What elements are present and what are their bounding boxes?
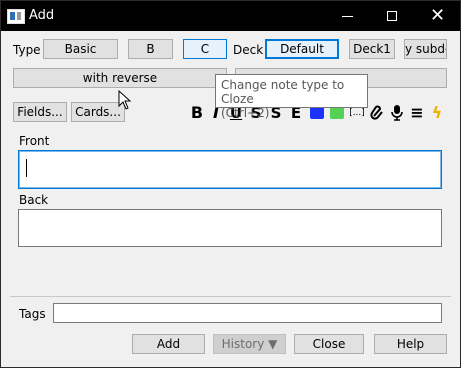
add-window: Add ✕ Type Basic B C Deck Default Deck1 … <box>0 0 461 368</box>
front-field[interactable] <box>18 150 442 189</box>
deck-deck1-button[interactable]: Deck1 <box>349 39 395 59</box>
mouse-cursor-icon <box>118 90 132 110</box>
deck-subdeck-button[interactable]: y subdec <box>404 39 447 59</box>
tooltip-line-1: Change note type to Cloze <box>221 78 345 106</box>
fields-button[interactable]: Fields... <box>13 102 67 122</box>
microphone-icon[interactable] <box>389 104 405 122</box>
deck-label: Deck <box>233 43 264 57</box>
tags-input[interactable] <box>53 303 442 323</box>
bold-icon[interactable]: B <box>189 104 205 122</box>
back-label: Back <box>19 193 49 207</box>
deck-default-button[interactable]: Default <box>265 39 339 59</box>
note-type-c-button[interactable]: C <box>183 39 227 59</box>
separator <box>10 296 451 297</box>
add-button[interactable]: Add <box>132 334 205 354</box>
note-type-basic-button[interactable]: Basic <box>43 39 118 59</box>
lightning-icon[interactable]: ϟ <box>429 104 445 122</box>
minimize-button[interactable] <box>325 1 370 31</box>
minimize-icon <box>342 16 353 17</box>
maximize-button[interactable] <box>370 1 415 31</box>
cards-button[interactable]: Cards... <box>71 102 125 122</box>
type-label: Type <box>13 43 41 57</box>
close-icon: ✕ <box>429 5 446 26</box>
help-button[interactable]: Help <box>374 334 447 354</box>
tooltip: Change note type to Cloze (Ctrl+2) <box>215 74 368 120</box>
maximize-icon <box>387 11 397 21</box>
note-type-b-button[interactable]: B <box>128 39 173 59</box>
history-button[interactable]: History ▼ <box>213 334 286 354</box>
tooltip-line-2: (Ctrl+2) <box>221 106 270 120</box>
back-field[interactable] <box>18 209 442 247</box>
text-caret <box>26 159 27 177</box>
more-icon[interactable]: ≡ <box>409 104 425 122</box>
close-button[interactable]: Close <box>294 334 364 354</box>
with-reverse-button[interactable]: with reverse <box>13 68 227 88</box>
app-icon <box>7 9 25 24</box>
window-title: Add <box>29 8 55 23</box>
front-label: Front <box>19 134 50 148</box>
close-window-button[interactable]: ✕ <box>415 1 460 31</box>
attach-icon[interactable] <box>369 104 385 122</box>
title-bar: Add ✕ <box>1 1 460 31</box>
tags-label: Tags <box>19 307 46 321</box>
